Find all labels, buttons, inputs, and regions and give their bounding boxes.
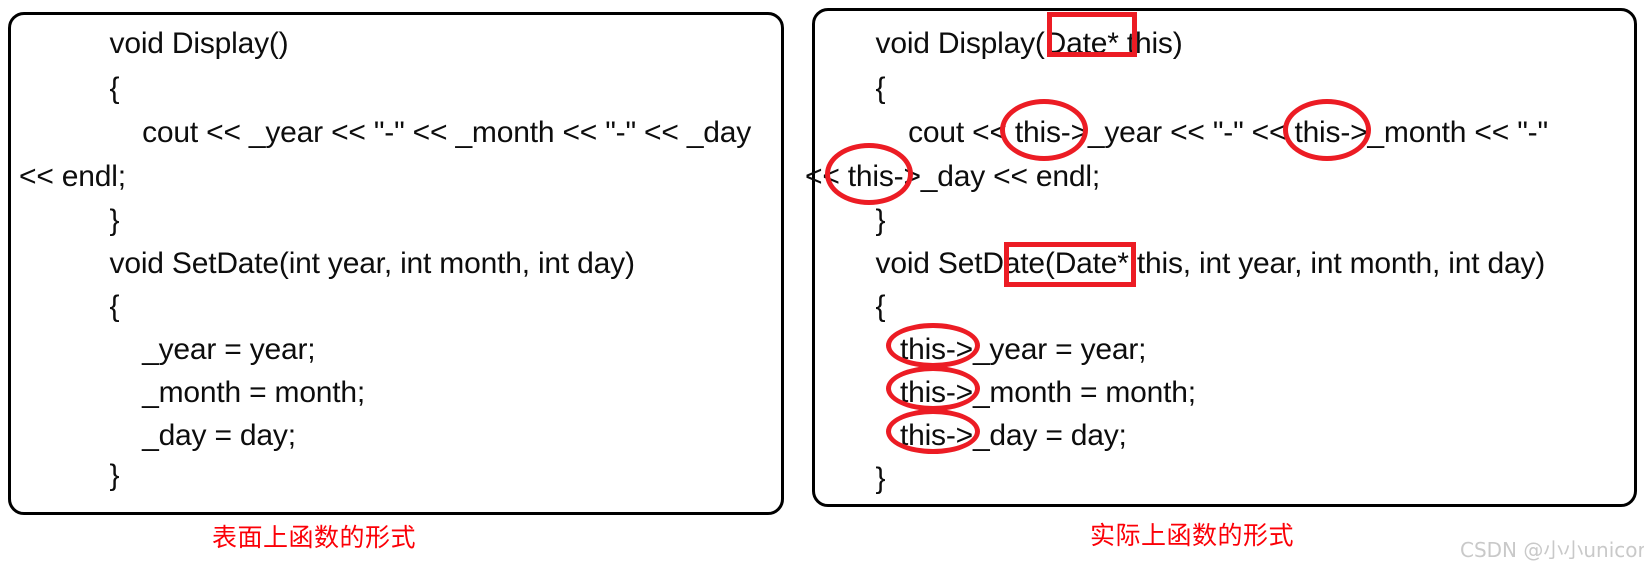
code-line: << endl;: [19, 160, 126, 193]
code-line: }: [77, 459, 120, 492]
code-line: this->_year = year;: [843, 333, 1147, 366]
code-line: {: [843, 72, 886, 105]
left-code-body: void Display() { cout << _year << "-" <<…: [11, 15, 781, 512]
surface-form-code-box: void Display() { cout << _year << "-" <<…: [8, 12, 784, 515]
code-line: }: [843, 204, 886, 237]
csdn-watermark: CSDN @小小unicorn: [1460, 538, 1644, 562]
code-line: void Display(Date* this): [843, 27, 1183, 60]
code-line: }: [843, 462, 886, 495]
code-line: << this->_day << endl;: [805, 160, 1100, 193]
code-line: {: [77, 290, 120, 323]
figure-canvas: void Display() { cout << _year << "-" <<…: [0, 0, 1644, 582]
code-line: _day = day;: [77, 419, 296, 452]
code-line: cout << _year << "-" << _month << "-" <<…: [77, 116, 752, 149]
caption-surface-form: 表面上函数的形式: [212, 523, 417, 552]
code-line: void SetDate(int year, int month, int da…: [77, 247, 635, 280]
code-line: this->_month = month;: [843, 376, 1196, 409]
code-line: {: [843, 290, 886, 323]
code-line: _year = year;: [77, 333, 316, 366]
code-line: void Display(): [77, 27, 289, 60]
code-line: }: [77, 204, 120, 237]
code-line: cout << this->_year << "-" << this->_mon…: [843, 116, 1548, 149]
right-code-body: void Display(Date* this) { cout << this-…: [805, 11, 1634, 504]
caption-actual-form: 实际上函数的形式: [1090, 521, 1295, 550]
actual-form-code-box: void Display(Date* this) { cout << this-…: [805, 8, 1637, 507]
code-line: {: [77, 72, 120, 105]
code-line: void SetDate(Date* this, int year, int m…: [843, 247, 1546, 280]
code-line: _month = month;: [77, 376, 366, 409]
code-line: this->_day = day;: [843, 419, 1127, 452]
